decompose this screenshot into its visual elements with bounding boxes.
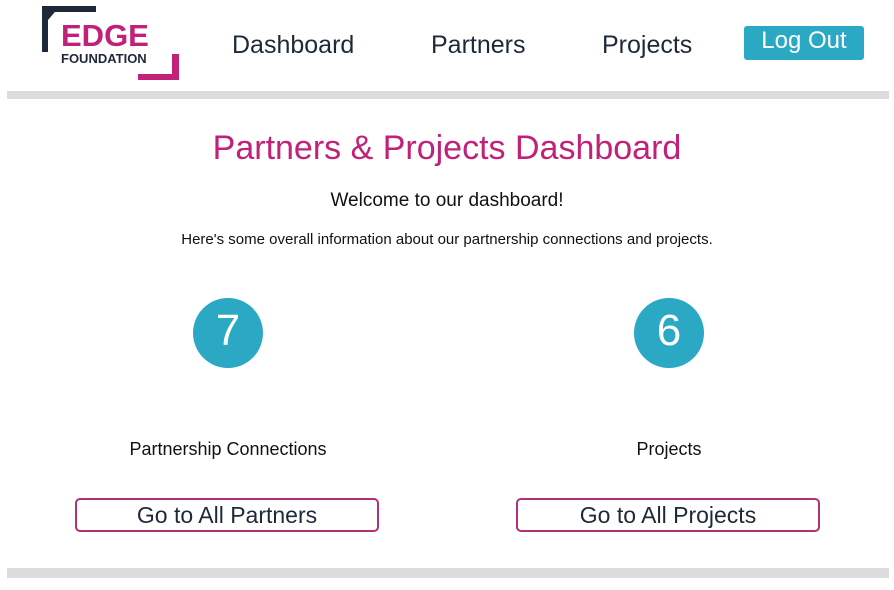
nav-partners[interactable]: Partners <box>431 30 525 60</box>
partners-count-badge: 7 <box>193 298 263 368</box>
logout-button[interactable]: Log Out <box>744 26 864 60</box>
partners-stat-card: 7 Partnership Connections Go to All Part… <box>75 298 381 532</box>
projects-count-label: Projects <box>636 439 702 459</box>
projects-stat-card: 6 Projects Go to All Projects <box>516 298 822 532</box>
logo-text-foundation: FOUNDATION <box>61 51 147 66</box>
logo-text-edge: EDGE <box>61 18 149 53</box>
nav-dashboard[interactable]: Dashboard <box>232 30 354 60</box>
go-to-all-projects-button[interactable]: Go to All Projects <box>516 498 820 532</box>
edge-foundation-logo[interactable]: EDGE FOUNDATION <box>42 6 180 80</box>
projects-count-badge: 6 <box>634 298 704 368</box>
go-to-all-partners-button[interactable]: Go to All Partners <box>75 498 379 532</box>
header-divider <box>7 91 889 99</box>
nav-projects[interactable]: Projects <box>602 30 692 60</box>
welcome-text: Welcome to our dashboard! <box>330 190 564 211</box>
partners-count-label: Partnership Connections <box>129 439 327 459</box>
page-title: Partners & Projects Dashboard <box>212 129 682 167</box>
description-text: Here's some overall information about ou… <box>181 231 713 248</box>
footer-divider <box>7 568 889 578</box>
